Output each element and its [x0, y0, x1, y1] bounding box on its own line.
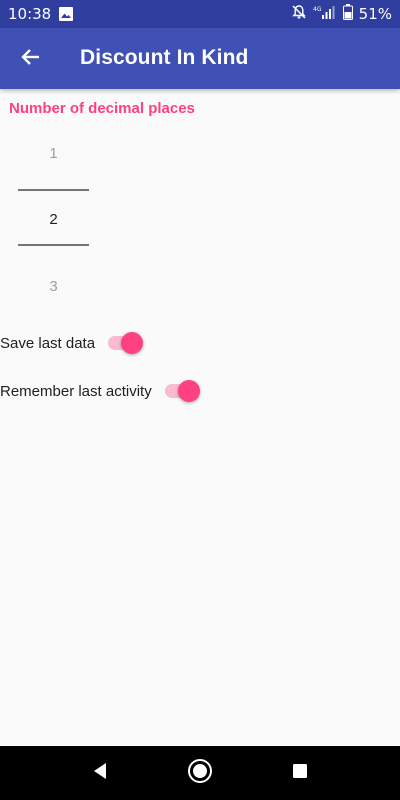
signal-4g-icon: 4G: [313, 4, 337, 25]
recents-square-icon: [291, 762, 309, 785]
switch-thumb: [121, 332, 144, 354]
picker-divider-top: [18, 189, 89, 191]
picker-divider-bottom: [18, 244, 89, 246]
back-button[interactable]: [14, 42, 48, 76]
remember-last-activity-switch[interactable]: [163, 376, 203, 406]
picker-value-selected[interactable]: 2: [18, 211, 89, 228]
arrow-back-icon: [20, 46, 42, 73]
picker-value-below[interactable]: 3: [18, 278, 89, 295]
status-bar: 10:38 4G 51%: [0, 0, 400, 28]
remember-last-activity-label: Remember last activity: [0, 382, 152, 400]
battery-icon: [342, 3, 353, 25]
back-triangle-icon: [90, 761, 110, 786]
nav-recents-button[interactable]: [286, 759, 314, 787]
page-title: Discount In Kind: [80, 46, 249, 69]
decimal-places-heading: Number of decimal places: [9, 100, 195, 117]
nav-home-button[interactable]: [186, 758, 214, 789]
settings-content: Number of decimal places 1 2 3 Save last…: [0, 89, 400, 746]
switch-thumb: [177, 380, 200, 402]
picker-value-above[interactable]: 1: [18, 145, 89, 162]
nav-back-button[interactable]: [86, 759, 114, 787]
remember-last-activity-row: Remember last activity: [0, 376, 203, 406]
battery-percentage: 51%: [358, 5, 392, 23]
app-bar: Discount In Kind: [0, 28, 400, 89]
save-last-data-label: Save last data: [0, 334, 96, 352]
status-icons: 4G 51%: [291, 3, 392, 25]
svg-text:4G: 4G: [313, 6, 322, 13]
home-circle-icon: [187, 758, 213, 789]
save-last-data-row: Save last data: [0, 328, 146, 358]
system-nav-bar: [0, 746, 400, 800]
save-last-data-switch[interactable]: [106, 328, 146, 358]
status-time: 10:38: [8, 5, 52, 23]
notifications-off-icon: [291, 4, 307, 25]
decimal-places-picker[interactable]: 1 2 3: [18, 133, 89, 303]
image-icon: [58, 6, 74, 27]
